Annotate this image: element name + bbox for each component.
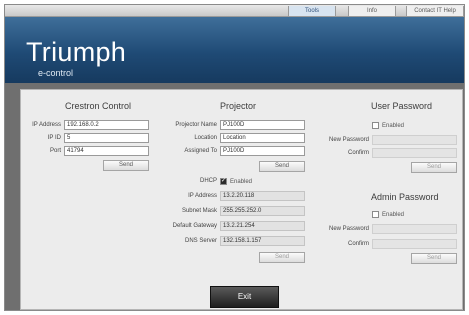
- crestron-ipid-label: IP ID: [47, 135, 61, 141]
- admin-confirm-input[interactable]: [372, 239, 457, 249]
- projector-title: Projector: [220, 101, 257, 111]
- dhcp-label: DHCP: [199, 178, 217, 184]
- crestron-control-title: Crestron Control: [65, 101, 132, 111]
- user-password-enabled-checkbox[interactable]: [372, 122, 379, 129]
- crestron-ipid-input[interactable]: 5: [64, 133, 149, 143]
- tab-tools[interactable]: Tools: [288, 6, 336, 16]
- user-confirm-label: Confirm: [347, 150, 369, 156]
- admin-password-send-button[interactable]: Send: [411, 253, 457, 264]
- projector-location-label: Location: [194, 135, 217, 141]
- projector-location-input[interactable]: Location: [220, 133, 305, 143]
- projector-subnet-label: Subnet Mask: [181, 208, 217, 214]
- projector-dns-input[interactable]: 132.158.1.157: [220, 236, 305, 246]
- crestron-port-input[interactable]: 41794: [64, 146, 149, 156]
- tab-contact-it-help[interactable]: Contact IT Help: [406, 6, 464, 16]
- admin-confirm-label: Confirm: [347, 241, 369, 247]
- projector-ip-input[interactable]: 13.2.20.118: [220, 191, 305, 201]
- admin-password-title: Admin Password: [371, 192, 439, 202]
- dhcp-enabled-checkbox[interactable]: [220, 177, 227, 185]
- projector-assigned-label: Assigned To: [184, 148, 217, 154]
- app-frame: Tools Info Contact IT Help Triumph e-con…: [4, 4, 465, 311]
- brand-title: Triumph: [26, 37, 127, 67]
- settings-panel: Crestron Control IP Address 192.168.0.2 …: [20, 89, 463, 310]
- user-new-password-label: New Password: [328, 137, 369, 143]
- tab-info[interactable]: Info: [348, 6, 396, 16]
- header-banner: Triumph e-control: [5, 17, 464, 83]
- user-password-title: User Password: [371, 101, 433, 111]
- crestron-ip-label: IP Address: [32, 122, 61, 128]
- projector-name-input[interactable]: PJ100D: [220, 120, 305, 130]
- brand-subtitle: e-control: [38, 68, 74, 78]
- exit-button[interactable]: Exit: [210, 286, 279, 308]
- top-nav: Tools Info Contact IT Help: [5, 5, 464, 17]
- crestron-send-button[interactable]: Send: [103, 160, 149, 171]
- projector-network-send-button[interactable]: Send: [259, 252, 305, 263]
- projector-name-label: Projector Name: [175, 122, 217, 128]
- admin-new-password-input[interactable]: [372, 224, 457, 234]
- admin-password-enabled-checkbox[interactable]: [372, 211, 379, 218]
- projector-gateway-input[interactable]: 13.2.21.254: [220, 221, 305, 231]
- projector-dns-label: DNS Server: [184, 238, 217, 244]
- projector-assigned-input[interactable]: PJ100D: [220, 146, 305, 156]
- dhcp-enabled-label: Enabled: [230, 179, 253, 185]
- crestron-port-label: Port: [49, 148, 61, 154]
- user-confirm-input[interactable]: [372, 148, 457, 158]
- admin-new-password-label: New Password: [328, 226, 369, 232]
- projector-ip-label: IP Address: [188, 193, 217, 199]
- user-password-send-button[interactable]: Send: [411, 162, 457, 173]
- admin-password-enabled-label: Enabled: [382, 212, 405, 218]
- user-password-enabled-label: Enabled: [382, 123, 405, 129]
- projector-send-button[interactable]: Send: [259, 161, 305, 172]
- user-new-password-input[interactable]: [372, 135, 457, 145]
- projector-gateway-label: Default Gateway: [172, 223, 217, 229]
- crestron-ip-input[interactable]: 192.168.0.2: [64, 120, 149, 130]
- projector-subnet-input[interactable]: 255.255.252.0: [220, 206, 305, 216]
